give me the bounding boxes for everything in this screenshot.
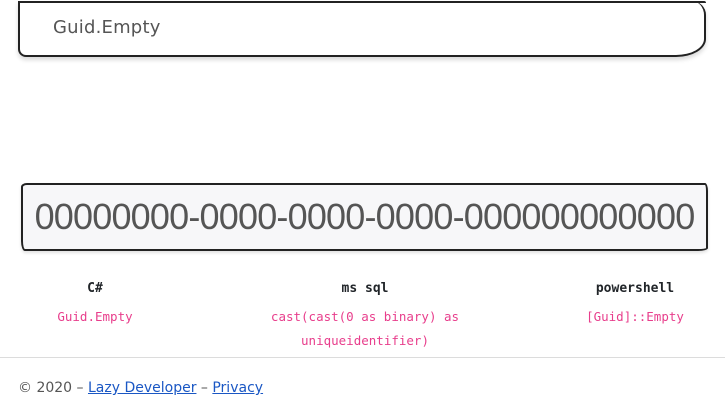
footer-link-lazy-developer[interactable]: Lazy Developer — [88, 380, 196, 396]
example-code-mssql-line1: cast(cast(0 as binary) as — [270, 309, 460, 324]
example-heading-mssql: ms sql — [341, 281, 389, 296]
header-box: Guid.Empty — [18, 1, 706, 57]
example-heading-csharp: C# — [87, 281, 103, 296]
guid-display[interactable]: 00000000-0000-0000-0000-000000000000 — [21, 183, 708, 251]
example-csharp: C# Guid.Empty — [20, 281, 170, 329]
footer-separator: – — [200, 380, 208, 396]
footer-link-privacy[interactable]: Privacy — [212, 380, 263, 396]
example-powershell: powershell [Guid]::Empty — [560, 281, 710, 329]
example-code-mssql-line2: uniqueidentifier) — [301, 333, 429, 348]
example-mssql: ms sql cast(cast(0 as binary) as uniquei… — [250, 281, 480, 353]
footer-divider — [0, 357, 725, 358]
footer-copyright: © 2020 – — [18, 380, 84, 396]
footer: © 2020 – Lazy Developer – Privacy — [18, 380, 263, 396]
page-title: Guid.Empty — [53, 17, 161, 38]
page: Guid.Empty 00000000-0000-0000-0000-00000… — [0, 0, 725, 420]
example-code-powershell: [Guid]::Empty — [586, 309, 684, 324]
example-code-csharp: Guid.Empty — [57, 309, 133, 324]
guid-value[interactable]: 00000000-0000-0000-0000-000000000000 — [35, 196, 696, 238]
example-heading-powershell: powershell — [595, 281, 675, 296]
